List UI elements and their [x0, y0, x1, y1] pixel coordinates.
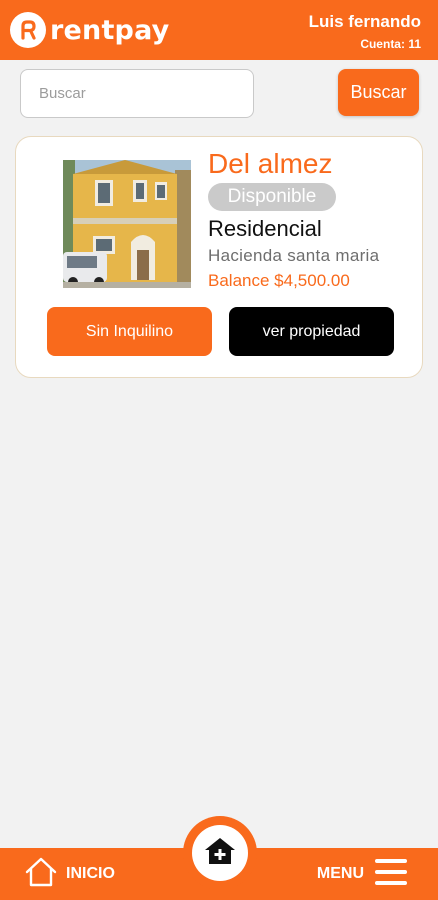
property-balance: Balance $4,500.00 — [208, 271, 350, 290]
search-button[interactable]: Buscar — [338, 69, 419, 116]
nav-menu-label: MENU — [316, 865, 364, 882]
app: rentpay Luis fernando Cuenta: 11 Buscar — [0, 0, 438, 900]
search-input[interactable] — [20, 69, 254, 118]
status-badge: Disponible — [208, 183, 336, 211]
property-card[interactable]: Del almez Disponible Residencial Haciend… — [15, 136, 423, 378]
nav-home[interactable]: INICIO — [24, 857, 115, 891]
home-icon — [24, 856, 58, 893]
hamburger-menu-icon — [374, 856, 408, 893]
nav-home-label: INICIO — [66, 865, 115, 882]
property-name: Del almez — [208, 148, 333, 179]
rentpay-logo-icon — [10, 12, 46, 48]
app-header: rentpay Luis fernando Cuenta: 11 — [0, 0, 438, 60]
fab-inner — [192, 825, 248, 881]
add-property-icon — [204, 836, 236, 871]
nav-menu[interactable]: MENU — [317, 857, 408, 891]
view-property-button[interactable]: ver propiedad — [229, 307, 394, 356]
account-number: Cuenta: 11 — [360, 37, 421, 51]
brand-logo: rentpay — [10, 12, 169, 48]
no-tenant-button[interactable]: Sin Inquilino — [47, 307, 212, 356]
property-location: Hacienda santa maria — [208, 246, 380, 265]
property-photo[interactable] — [63, 160, 191, 288]
user-name: Luis fernando — [308, 12, 421, 31]
brand-name: rentpay — [50, 14, 170, 46]
property-type: Residencial — [208, 216, 322, 241]
add-property-button[interactable] — [183, 816, 257, 890]
